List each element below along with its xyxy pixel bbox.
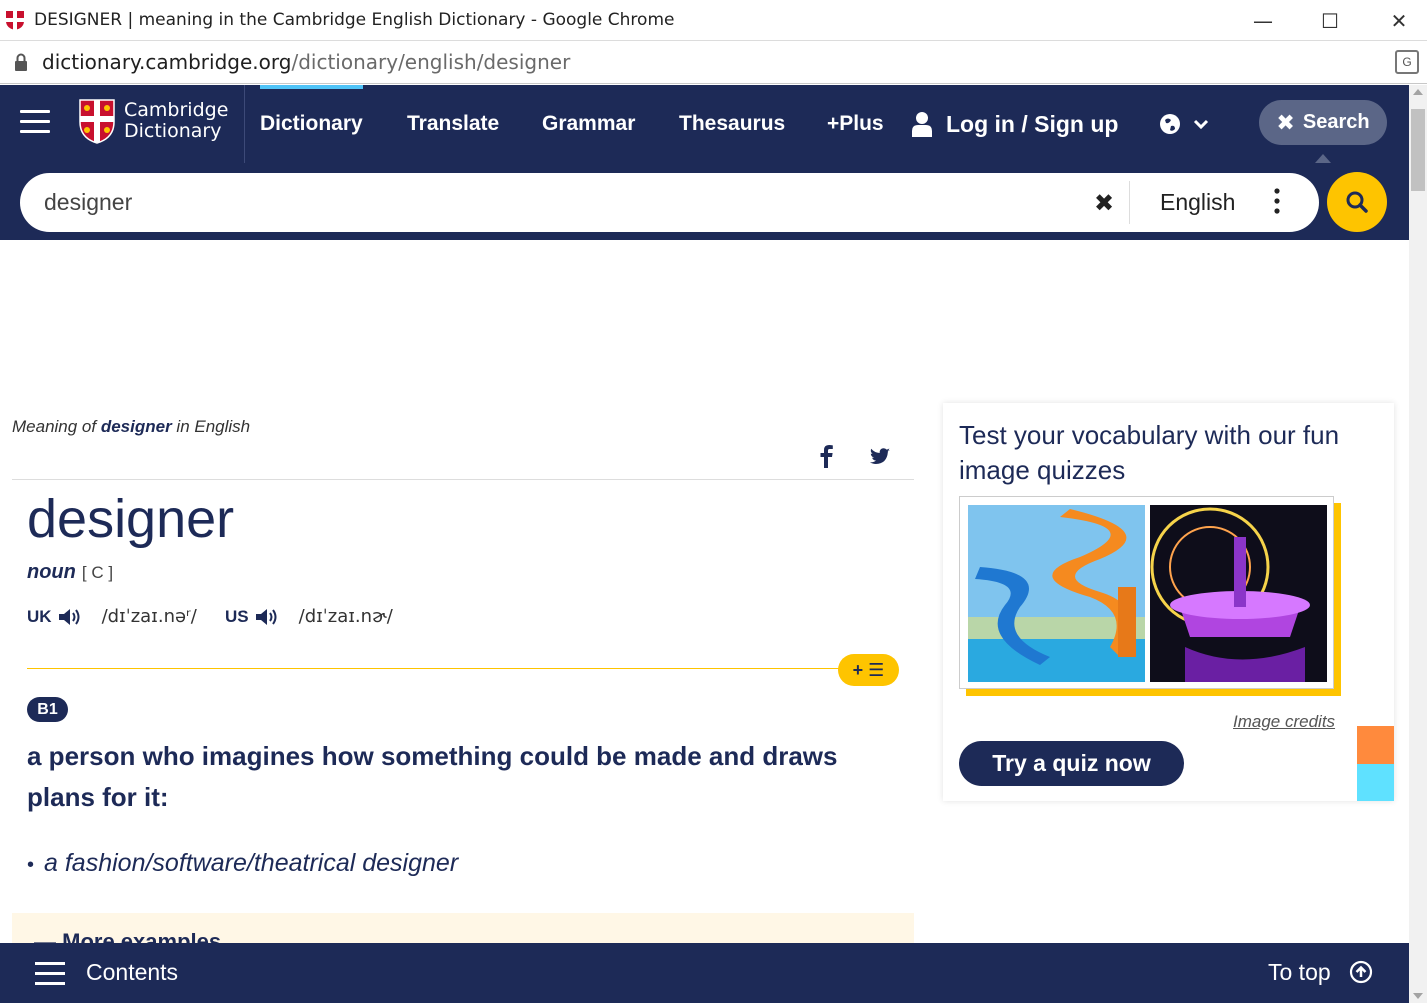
close-icon: ✖ [1276,109,1295,135]
us-label: US [225,606,249,626]
uk-pronunciation: UK /dɪˈzaɪ.nəʳ/ [27,606,197,627]
cefr-level-badge[interactable]: B1 [27,697,68,722]
header-rule [12,479,914,480]
uk-ipa: /dɪˈzaɪ.nəʳ/ [101,606,197,627]
dictionary-language-select[interactable]: English [1160,189,1235,216]
submit-search-button[interactable] [1327,172,1387,232]
search-strip: designer ✖ English [0,163,1409,240]
cambridge-shield-icon [79,99,115,144]
minimize-button[interactable]: — [1228,0,1298,41]
user-icon [912,112,932,137]
nav-grammar[interactable]: Grammar [542,85,635,163]
search-toggle-label: Search [1302,111,1370,133]
arrow-up-circle-icon[interactable] [1349,960,1373,984]
scroll-down-icon[interactable] [1413,993,1423,999]
nav-translate[interactable]: Translate [407,85,499,163]
search-toggle-button[interactable]: ✖ Search [1259,100,1387,145]
quiz-images[interactable] [959,496,1334,689]
contents-menu-icon[interactable] [35,962,65,986]
quiz-title: Test your vocabulary with our fun image … [959,420,1340,485]
definition-text: a person who imagines how something coul… [27,741,838,812]
facebook-icon[interactable] [815,443,837,469]
search-divider [1129,181,1130,224]
translate-icon[interactable]: G [1395,50,1419,74]
try-quiz-button[interactable]: Try a quiz now [959,741,1184,786]
close-window-button[interactable]: ✕ [1364,0,1427,41]
language-globe-icon[interactable] [1158,111,1212,137]
menu-icon[interactable] [20,110,50,134]
bottom-bar: Contents To top [0,943,1409,1003]
maximize-button[interactable]: ☐ [1295,0,1365,41]
browser-title-bar: DESIGNER | meaning in the Cambridge Engl… [0,0,1427,41]
waterslide-image [968,505,1145,682]
meaning-caption: Meaning of designer in English [12,417,251,436]
search-input[interactable]: designer [44,189,132,216]
search-box: designer ✖ English [20,173,1319,232]
us-audio-speaker-icon[interactable] [255,607,279,627]
url-text[interactable]: dictionary.cambridge.org/dictionary/engl… [42,50,570,74]
signup-label[interactable]: Sign up [1034,111,1118,138]
scroll-thumb[interactable] [1411,109,1425,191]
side-tab-orange[interactable] [1357,726,1394,764]
search-icon [1346,191,1368,213]
pos-label: noun [27,561,76,583]
add-to-word-list-button[interactable]: + ☰ [838,654,899,686]
more-options-icon[interactable] [1274,187,1280,215]
login-signup-link[interactable]: Log in / Sign up [912,85,1118,163]
sense-divider [27,668,847,669]
grammar-code: [ C ] [81,563,114,582]
lock-icon [15,53,27,71]
uk-label: UK [27,606,52,626]
clear-search-icon[interactable]: ✖ [1094,189,1114,218]
us-ipa: /dɪˈzaɪ.nɚ/ [298,606,393,627]
logo-line-2: Dictionary [124,120,222,142]
window-title: DESIGNER | meaning in the Cambridge Engl… [34,10,675,30]
contents-link[interactable]: Contents [86,959,178,986]
quiz-pictures [968,505,1327,682]
carnival-ride-image [1150,505,1327,682]
cambridge-logo[interactable]: Cambridge Dictionary [78,98,228,144]
search-caret-pointer [1315,154,1331,163]
bullet-icon: • [27,854,35,876]
image-credits-link[interactable]: Image credits [1233,712,1335,732]
address-bar[interactable]: dictionary.cambridge.org/dictionary/engl… [0,41,1427,84]
to-top-link[interactable]: To top [1268,959,1331,986]
nav-thesaurus[interactable]: Thesaurus [679,85,785,163]
part-of-speech: noun [ C ] [27,561,113,584]
login-label[interactable]: Log in [946,111,1015,138]
side-tab-cyan[interactable] [1357,764,1394,801]
scroll-up-icon[interactable] [1413,89,1423,95]
logo-line-1: Cambridge [124,99,229,121]
headword: designer [27,489,235,549]
login-separator: / [1014,110,1035,137]
uk-audio-speaker-icon[interactable] [58,607,82,627]
cambridge-favicon-icon [6,11,24,30]
image-quiz-card: Test your vocabulary with our fun image … [943,403,1394,801]
site-header: Cambridge Dictionary Dictionary Translat… [0,85,1409,163]
nav-plus[interactable]: +Plus [827,85,884,163]
page-scrollbar[interactable] [1409,85,1427,1003]
us-pronunciation: US /dɪˈzaɪ.nɚ/ [225,606,393,627]
header-divider [244,85,245,163]
nav-dictionary[interactable]: Dictionary [260,85,363,163]
example-sentence: • a fashion/software/theatrical designer [27,849,459,877]
twitter-icon[interactable] [869,443,891,469]
